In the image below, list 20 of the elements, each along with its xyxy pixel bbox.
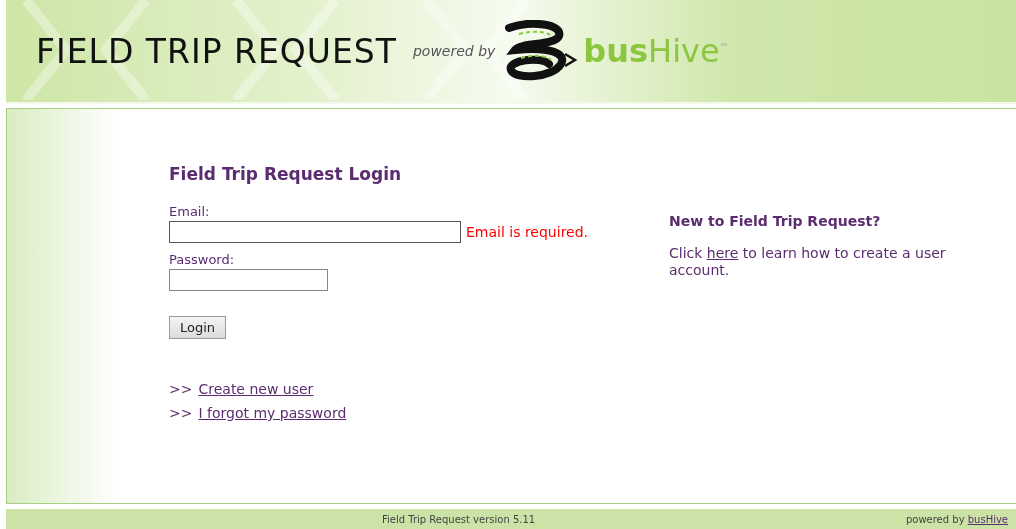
password-field[interactable] — [169, 269, 328, 291]
login-heading: Field Trip Request Login — [169, 164, 403, 184]
email-field[interactable] — [169, 221, 461, 243]
info-text: Click here to learn how to create a user account. — [669, 245, 947, 279]
bushive-link[interactable]: busHive — [967, 513, 1008, 525]
brand-logo-text: busHive$^{™}$ — [583, 32, 729, 70]
error-message: Email is required. — [466, 224, 589, 240]
link-prefix: >> — [169, 381, 193, 397]
here-link[interactable]: here — [706, 245, 739, 261]
link-prefix: >> — [169, 405, 193, 421]
login-button[interactable]: Login — [169, 316, 227, 339]
footer-powered-text: powered by busHive — [905, 513, 1008, 525]
field-label: Email: — [169, 204, 211, 219]
text-link[interactable]: I forgot my password — [198, 405, 347, 421]
field-label: Password: — [169, 252, 236, 267]
text-link[interactable]: Create new user — [198, 381, 314, 397]
info-heading: New to Field Trip Request? — [669, 213, 882, 229]
app-title: FIELD TRIP REQUEST — [36, 31, 397, 71]
version-text: Field Trip Request version 5.11 — [382, 513, 536, 525]
powered-by-text: powered by — [412, 43, 496, 59]
